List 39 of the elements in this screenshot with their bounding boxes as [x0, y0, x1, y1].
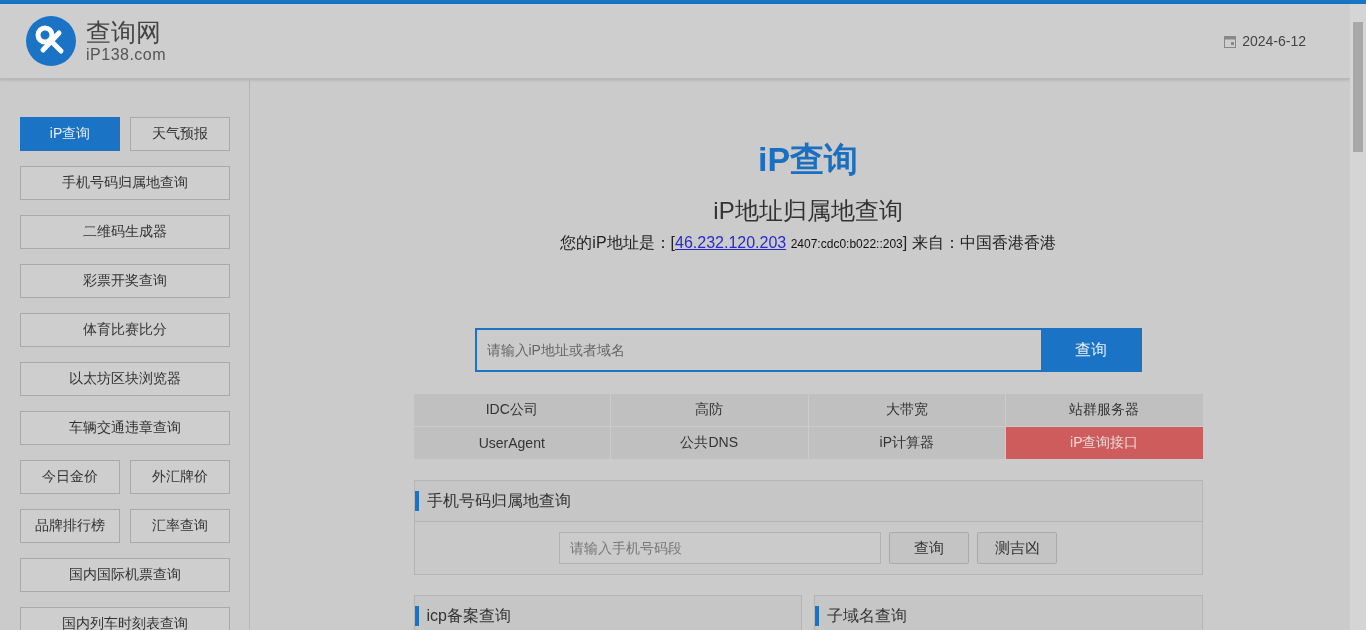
ip-address-link[interactable]: 46.232.120.203	[675, 234, 787, 251]
section-title: 子域名查询	[815, 606, 907, 626]
search-button[interactable]: 查询	[1040, 328, 1142, 372]
sidebar-item[interactable]: 国内列车时刻表查询	[20, 607, 230, 630]
page-title: iP查询	[757, 139, 859, 179]
service-tab[interactable]: 高防	[611, 394, 808, 426]
service-tab[interactable]: UserAgent	[413, 427, 610, 459]
sidebar-item[interactable]: 国内国际机票查询	[20, 558, 230, 592]
sidebar-item[interactable]: 二维码生成器	[20, 215, 230, 249]
sidebar-item[interactable]: 彩票开奖查询	[20, 264, 230, 298]
sidebar-item[interactable]: 外汇牌价	[130, 460, 230, 494]
ip-address-line: 您的iP地址是：[46.232.120.203 2407:cdc0:b022::203] 来自：中国香港香港	[560, 233, 1056, 253]
sidebar-item[interactable]: 品牌排行榜	[20, 509, 120, 543]
service-tab[interactable]: 站群服务器	[1006, 394, 1203, 426]
service-tab[interactable]: 公共DNS	[611, 427, 808, 459]
sidebar-item[interactable]: 手机号码归属地查询	[20, 166, 230, 200]
sidebar-item[interactable]: iP查询	[20, 117, 120, 151]
phone-input-field[interactable]: 请输入手机号码段	[559, 532, 881, 564]
logo-title: 查询网	[86, 18, 162, 46]
service-tab[interactable]: 大带宽	[808, 394, 1005, 426]
calendar-icon	[1224, 34, 1237, 48]
service-tab[interactable]: IDC公司	[413, 394, 610, 426]
query-button[interactable]: 查询	[889, 532, 969, 564]
wrench-icon	[26, 16, 76, 66]
sidebar-item[interactable]: 以太坊区块浏览器	[20, 362, 230, 396]
sidebar-item[interactable]: 车辆交通违章查询	[20, 411, 230, 445]
sidebar-item[interactable]: 体育比赛比分	[20, 313, 230, 347]
search-field[interactable]: 请输入iP地址或者域名	[474, 328, 1041, 372]
service-tab[interactable]: iP计算器	[808, 427, 1005, 459]
section-title: 手机号码归属地查询	[414, 491, 571, 511]
scrollbar[interactable]	[1350, 4, 1366, 630]
logo-domain: iP138.com	[86, 46, 167, 64]
sidebar-item[interactable]: 今日金价	[20, 460, 120, 494]
page-subtitle: iP地址归属地查询	[713, 196, 903, 226]
query-button[interactable]: 测吉凶	[977, 532, 1057, 564]
sidebar-item[interactable]: 天气预报	[130, 117, 230, 151]
sidebar-item[interactable]: 汇率查询	[130, 509, 230, 543]
section-title: icp备案查询	[414, 606, 511, 626]
date-text: 2024-6-12	[1242, 33, 1306, 49]
